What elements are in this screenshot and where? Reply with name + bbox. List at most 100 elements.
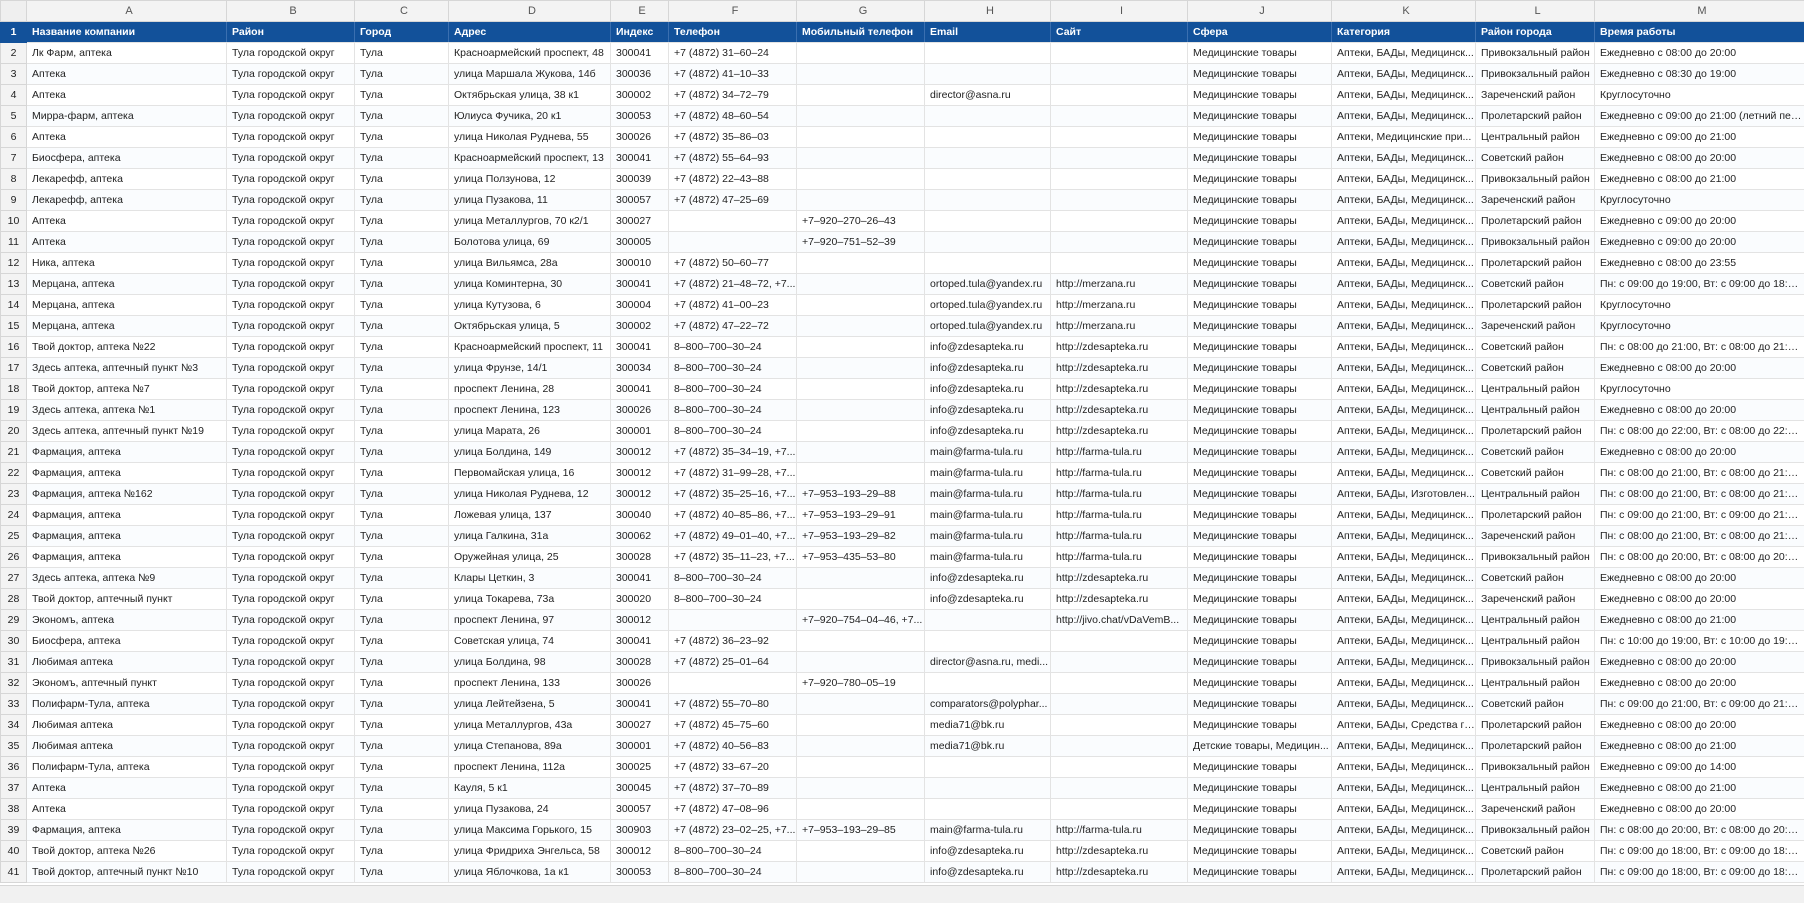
- cell-h16[interactable]: info@zdesapteka.ru: [925, 337, 1051, 358]
- cell-l18[interactable]: Центральный район: [1476, 379, 1595, 400]
- cell-g35[interactable]: [797, 736, 925, 757]
- cell-i8[interactable]: [1051, 169, 1188, 190]
- cell-g19[interactable]: [797, 400, 925, 421]
- cell-l35[interactable]: Пролетарский район: [1476, 736, 1595, 757]
- cell-f1[interactable]: Телефон: [669, 22, 797, 43]
- cell-m34[interactable]: Ежедневно с 08:00 до 20:00: [1595, 715, 1804, 736]
- cell-i11[interactable]: [1051, 232, 1188, 253]
- cell-i18[interactable]: http://zdesapteka.ru: [1051, 379, 1188, 400]
- row-number[interactable]: 13: [1, 274, 27, 295]
- row-number[interactable]: 11: [1, 232, 27, 253]
- cell-m22[interactable]: Пн: с 08:00 до 21:00, Вт: с 08:00 до 21:…: [1595, 463, 1804, 484]
- cell-k14[interactable]: Аптеки, БАДы, Медицинск...: [1332, 295, 1476, 316]
- cell-h31[interactable]: director@asna.ru, medi...: [925, 652, 1051, 673]
- cell-f4[interactable]: +7 (4872) 34–72–79: [669, 85, 797, 106]
- cell-h36[interactable]: [925, 757, 1051, 778]
- cell-a28[interactable]: Твой доктор, аптечный пункт: [27, 589, 227, 610]
- cell-i28[interactable]: http://zdesapteka.ru: [1051, 589, 1188, 610]
- cell-b6[interactable]: Тула городской округ: [227, 127, 355, 148]
- cell-d7[interactable]: Красноармейский проспект, 13: [449, 148, 611, 169]
- cell-k8[interactable]: Аптеки, БАДы, Медицинск...: [1332, 169, 1476, 190]
- cell-m11[interactable]: Ежедневно с 09:00 до 20:00: [1595, 232, 1804, 253]
- cell-m24[interactable]: Пн: с 09:00 до 21:00, Вт: с 09:00 до 21:…: [1595, 505, 1804, 526]
- cell-h2[interactable]: [925, 43, 1051, 64]
- cell-g2[interactable]: [797, 43, 925, 64]
- cell-i29[interactable]: http://jivo.chat/vDaVemB...: [1051, 610, 1188, 631]
- cell-f23[interactable]: +7 (4872) 35–25–16, +7...: [669, 484, 797, 505]
- column-header-m[interactable]: M: [1595, 1, 1804, 22]
- cell-d40[interactable]: улица Фридриха Энгельса, 58: [449, 841, 611, 862]
- cell-d28[interactable]: улица Токарева, 73а: [449, 589, 611, 610]
- cell-a1[interactable]: Название компании: [27, 22, 227, 43]
- cell-c25[interactable]: Тула: [355, 526, 449, 547]
- column-header-c[interactable]: C: [355, 1, 449, 22]
- cell-a26[interactable]: Фармация, аптека: [27, 547, 227, 568]
- cell-d35[interactable]: улица Степанова, 89а: [449, 736, 611, 757]
- cell-d9[interactable]: улица Пузакова, 11: [449, 190, 611, 211]
- cell-b7[interactable]: Тула городской округ: [227, 148, 355, 169]
- cell-h24[interactable]: main@farma-tula.ru: [925, 505, 1051, 526]
- cell-e36[interactable]: 300025: [611, 757, 669, 778]
- row-number[interactable]: 31: [1, 652, 27, 673]
- cell-k39[interactable]: Аптеки, БАДы, Медицинск...: [1332, 820, 1476, 841]
- cell-e28[interactable]: 300020: [611, 589, 669, 610]
- cell-m27[interactable]: Ежедневно с 08:00 до 20:00: [1595, 568, 1804, 589]
- row-number[interactable]: 23: [1, 484, 27, 505]
- cell-j5[interactable]: Медицинские товары: [1188, 106, 1332, 127]
- cell-g5[interactable]: [797, 106, 925, 127]
- cell-k26[interactable]: Аптеки, БАДы, Медицинск...: [1332, 547, 1476, 568]
- cell-h13[interactable]: ortoped.tula@yandex.ru: [925, 274, 1051, 295]
- cell-m39[interactable]: Пн: с 08:00 до 20:00, Вт: с 08:00 до 20:…: [1595, 820, 1804, 841]
- cell-a41[interactable]: Твой доктор, аптечный пункт №10: [27, 862, 227, 883]
- row-number[interactable]: 15: [1, 316, 27, 337]
- cell-d22[interactable]: Первомайская улица, 16: [449, 463, 611, 484]
- cell-l19[interactable]: Центральный район: [1476, 400, 1595, 421]
- cell-e12[interactable]: 300010: [611, 253, 669, 274]
- cell-j1[interactable]: Сфера: [1188, 22, 1332, 43]
- cell-h12[interactable]: [925, 253, 1051, 274]
- cell-d38[interactable]: улица Пузакова, 24: [449, 799, 611, 820]
- cell-a20[interactable]: Здесь аптека, аптечный пункт №19: [27, 421, 227, 442]
- row-number[interactable]: 41: [1, 862, 27, 883]
- cell-h28[interactable]: info@zdesapteka.ru: [925, 589, 1051, 610]
- cell-d27[interactable]: Клары Цеткин, 3: [449, 568, 611, 589]
- cell-a14[interactable]: Мерцана, аптека: [27, 295, 227, 316]
- cell-g14[interactable]: [797, 295, 925, 316]
- cell-m30[interactable]: Пн: с 10:00 до 19:00, Вт: с 10:00 до 19:…: [1595, 631, 1804, 652]
- cell-d36[interactable]: проспект Ленина, 112а: [449, 757, 611, 778]
- cell-a34[interactable]: Любимая аптека: [27, 715, 227, 736]
- cell-j7[interactable]: Медицинские товары: [1188, 148, 1332, 169]
- cell-e8[interactable]: 300039: [611, 169, 669, 190]
- cell-d1[interactable]: Адрес: [449, 22, 611, 43]
- cell-b1[interactable]: Район: [227, 22, 355, 43]
- cell-j13[interactable]: Медицинские товары: [1188, 274, 1332, 295]
- cell-k1[interactable]: Категория: [1332, 22, 1476, 43]
- cell-a13[interactable]: Мерцана, аптека: [27, 274, 227, 295]
- cell-i19[interactable]: http://zdesapteka.ru: [1051, 400, 1188, 421]
- cell-c22[interactable]: Тула: [355, 463, 449, 484]
- cell-f28[interactable]: 8–800–700–30–24: [669, 589, 797, 610]
- cell-l39[interactable]: Привокзальный район: [1476, 820, 1595, 841]
- cell-b2[interactable]: Тула городской округ: [227, 43, 355, 64]
- cell-b9[interactable]: Тула городской округ: [227, 190, 355, 211]
- cell-l30[interactable]: Центральный район: [1476, 631, 1595, 652]
- cell-j41[interactable]: Медицинские товары: [1188, 862, 1332, 883]
- cell-b23[interactable]: Тула городской округ: [227, 484, 355, 505]
- cell-l14[interactable]: Пролетарский район: [1476, 295, 1595, 316]
- cell-c9[interactable]: Тула: [355, 190, 449, 211]
- cell-i17[interactable]: http://zdesapteka.ru: [1051, 358, 1188, 379]
- cell-a4[interactable]: Аптека: [27, 85, 227, 106]
- cell-b40[interactable]: Тула городской округ: [227, 841, 355, 862]
- row-number[interactable]: 18: [1, 379, 27, 400]
- cell-d3[interactable]: улица Маршала Жукова, 14б: [449, 64, 611, 85]
- cell-f3[interactable]: +7 (4872) 41–10–33: [669, 64, 797, 85]
- cell-d11[interactable]: Болотова улица, 69: [449, 232, 611, 253]
- cell-e21[interactable]: 300012: [611, 442, 669, 463]
- cell-k34[interactable]: Аптеки, БАДы, Средства ги...: [1332, 715, 1476, 736]
- cell-i40[interactable]: http://zdesapteka.ru: [1051, 841, 1188, 862]
- cell-e27[interactable]: 300041: [611, 568, 669, 589]
- cell-c6[interactable]: Тула: [355, 127, 449, 148]
- cell-f39[interactable]: +7 (4872) 23–02–25, +7...: [669, 820, 797, 841]
- cell-l11[interactable]: Привокзальный район: [1476, 232, 1595, 253]
- cell-h29[interactable]: [925, 610, 1051, 631]
